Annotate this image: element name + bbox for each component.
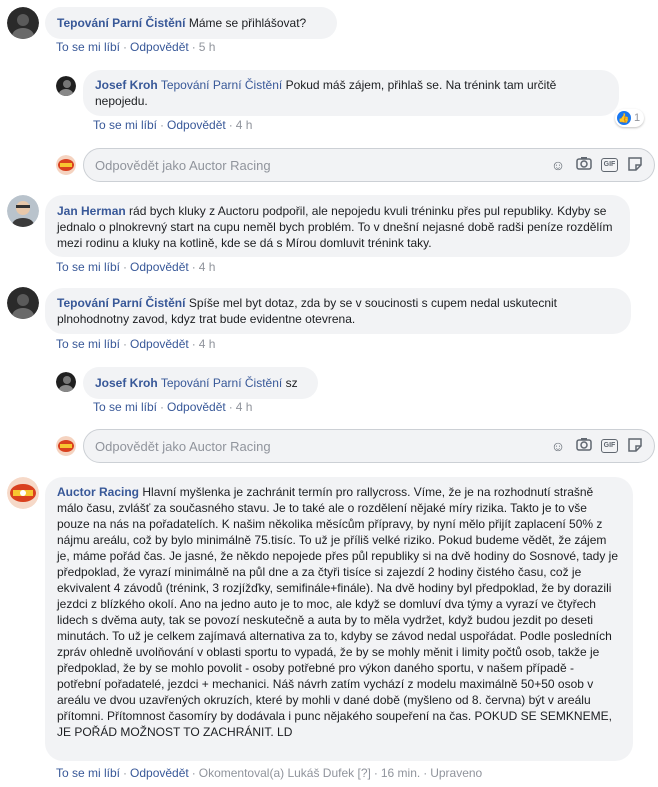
reply-author[interactable]: Josef Kroh [95,78,158,92]
mention-tag[interactable]: Tepování Parní Čistění [161,78,282,92]
reply-link[interactable]: Odpovědět [130,260,189,274]
comment-text: Máme se přihlášovat? [188,16,307,30]
comment-actions: To se mi líbí · Odpovědět · 4 h [56,260,216,274]
like-link[interactable]: To se mi líbí [56,40,120,54]
reply-link[interactable]: Odpovědět [130,40,189,54]
reply-input[interactable]: Odpovědět jako Auctor Racing ☺ GIF [83,429,655,463]
reply-input[interactable]: Odpovědět jako Auctor Racing ☺ GIF [83,148,655,182]
reply-link[interactable]: Odpovědět [167,400,226,414]
reply-actions: To se mi líbí · Odpovědět · 4 h [93,118,253,132]
reply-link[interactable]: Odpovědět [130,766,189,780]
timestamp[interactable]: 16 min. [381,766,420,780]
reply-placeholder: Odpovědět jako Auctor Racing [95,439,271,454]
commented-by: Okomentoval(a) Lukáš Dufek [198,766,355,780]
like-link[interactable]: To se mi líbí [56,260,120,274]
reply-link[interactable]: Odpovědět [130,337,189,351]
gif-icon[interactable]: GIF [601,158,618,172]
comment-bubble: Auctor Racing Hlavní myšlenka je zachrán… [45,477,633,761]
page-avatar [56,436,76,456]
avatar[interactable] [7,7,39,39]
page-avatar [56,155,76,175]
camera-icon[interactable] [575,437,593,455]
gif-icon[interactable]: GIF [601,439,618,453]
timestamp[interactable]: 5 h [199,40,216,54]
avatar[interactable] [7,195,39,227]
comment-text: rád bych kluky z Auctoru podpořil, ale n… [57,204,613,250]
comment-bubble: Tepování Parní Čistění Máme se přihlášov… [45,7,337,39]
sticker-icon[interactable] [626,156,644,174]
reaction-count: 1 [634,112,641,124]
comment-text: Hlavní myšlenka je zachránit termín pro … [57,485,619,739]
comment-actions: To se mi líbí · Odpovědět · 5 h [56,40,216,54]
avatar[interactable] [56,76,76,96]
comment-bubble: Tepování Parní Čistění Spíše mel byt dot… [45,288,631,334]
comment-author[interactable]: Tepování Parní Čistění [57,16,185,30]
avatar[interactable] [7,477,39,509]
like-reaction-icon: 👍 [617,111,631,125]
sticker-icon[interactable] [626,437,644,455]
reply-bubble: Josef Kroh Tepování Parní Čistění Pokud … [83,70,619,116]
emoji-icon[interactable]: ☺ [549,437,567,455]
comment-actions: To se mi líbí · Odpovědět · Okomentoval(a) L… [56,766,483,780]
reaction-summary[interactable]: 👍 1 [615,109,645,127]
emoji-icon[interactable]: ☺ [549,156,567,174]
like-link[interactable]: To se mi líbí [93,400,157,414]
avatar[interactable] [7,287,39,319]
timestamp[interactable]: 4 h [236,118,253,132]
reply-actions: To se mi líbí · Odpovědět · 4 h [93,400,253,414]
timestamp[interactable]: 4 h [199,260,216,274]
comment-author[interactable]: Tepování Parní Čistění [57,296,185,310]
comment-bubble: Jan Herman rád bych kluky z Auctoru podp… [45,195,630,257]
help-bracket[interactable]: [?] [358,766,371,780]
timestamp[interactable]: 4 h [236,400,253,414]
comment-author[interactable]: Jan Herman [57,204,126,218]
timestamp[interactable]: 4 h [199,337,216,351]
avatar[interactable] [56,372,76,392]
mention-tag[interactable]: Tepování Parní Čistění [161,376,282,390]
edited-label[interactable]: Upraveno [430,766,482,780]
camera-icon[interactable] [575,156,593,174]
comment-actions: To se mi líbí · Odpovědět · 4 h [56,337,216,351]
comment-author[interactable]: Auctor Racing [57,485,139,499]
reply-placeholder: Odpovědět jako Auctor Racing [95,158,271,173]
reply-link[interactable]: Odpovědět [167,118,226,132]
reply-text: sz [285,376,298,390]
like-link[interactable]: To se mi líbí [56,337,120,351]
reply-bubble: Josef Kroh Tepování Parní Čistění sz [83,367,318,399]
reply-author[interactable]: Josef Kroh [95,376,158,390]
like-link[interactable]: To se mi líbí [93,118,157,132]
like-link[interactable]: To se mi líbí [56,766,120,780]
